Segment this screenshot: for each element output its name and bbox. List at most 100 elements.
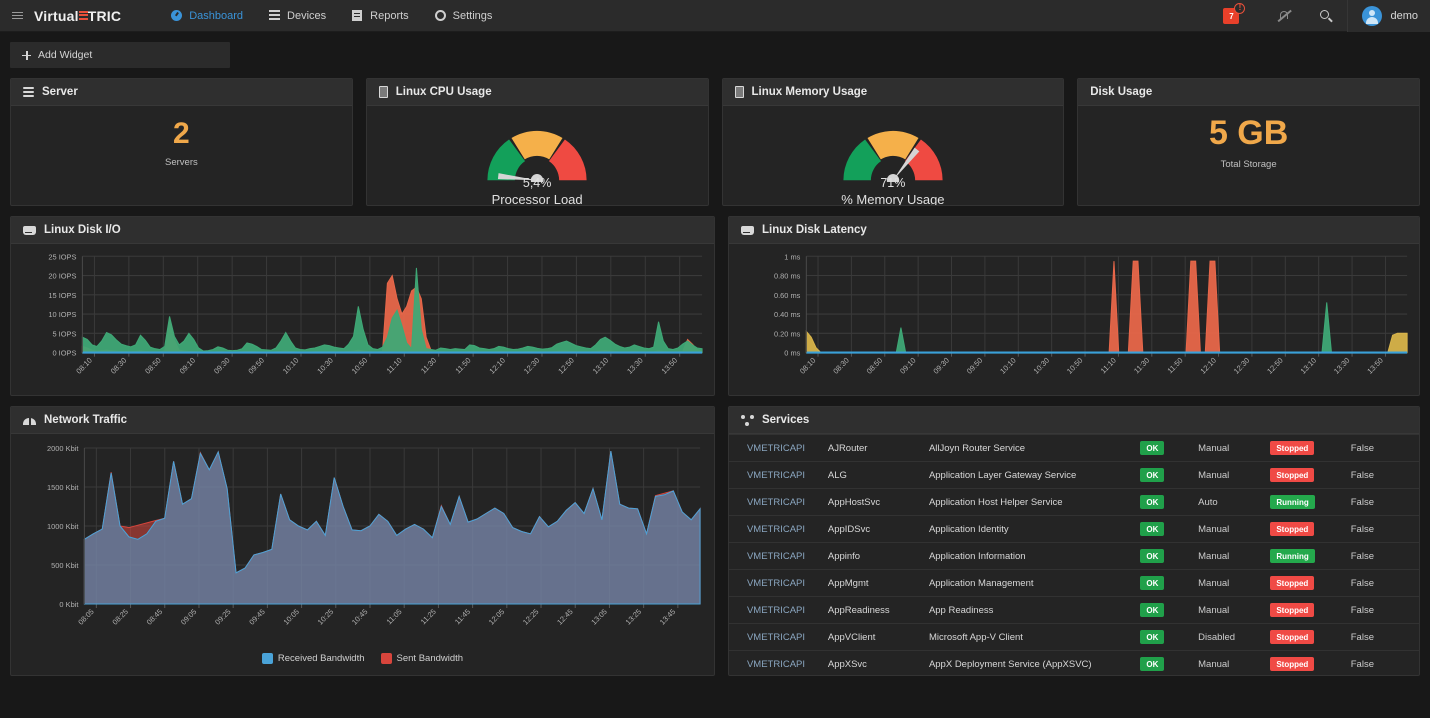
brand-logo[interactable]: VirtualTRIC xyxy=(34,8,121,24)
svg-text:13:10: 13:10 xyxy=(1299,356,1318,376)
widget-cpu-header: Linux CPU Usage xyxy=(367,79,708,106)
svg-text:0 Kbit: 0 Kbit xyxy=(59,600,79,609)
cell-state: Stopped xyxy=(1266,570,1346,597)
svg-text:0 IOPS: 0 IOPS xyxy=(52,349,76,358)
widget-services: Services VMETRICAPIAJRouterAllJoyn Route… xyxy=(728,406,1420,676)
dashboard-icon xyxy=(171,10,183,22)
svg-text:0.40 ms: 0.40 ms xyxy=(774,310,801,319)
nav-item-settings[interactable]: Settings xyxy=(435,10,493,22)
brand-text-left: Virtual xyxy=(34,8,79,24)
svg-text:09:30: 09:30 xyxy=(212,356,231,376)
widget-row-kpi: Server 2 Servers Linux CPU Usage xyxy=(0,78,1430,206)
table-row[interactable]: VMETRICAPIAppHostSvcApplication Host Hel… xyxy=(729,489,1419,516)
widget-disk-title: Disk Usage xyxy=(1090,86,1152,98)
nav-label-devices: Devices xyxy=(287,10,326,22)
cell-status: OK xyxy=(1136,597,1194,624)
svg-text:11:10: 11:10 xyxy=(385,356,404,376)
nav-label-dashboard: Dashboard xyxy=(189,10,243,22)
cell-start-type: Manual xyxy=(1194,543,1266,570)
cell-delayed-start: False xyxy=(1347,516,1419,543)
nav-item-reports[interactable]: Reports xyxy=(352,10,409,22)
cpu-gauge-label: Processor Load xyxy=(492,192,583,206)
legend-item-sent[interactable]: Sent Bandwidth xyxy=(381,653,464,664)
user-menu[interactable]: demo xyxy=(1347,0,1430,32)
plus-icon xyxy=(22,51,31,60)
top-navbar: VirtualTRIC Dashboard Devices Reports Se… xyxy=(0,0,1430,32)
cell-host: VMETRICAPI xyxy=(729,435,824,462)
server-count-label: Servers xyxy=(165,157,198,168)
svg-text:10:45: 10:45 xyxy=(350,607,369,627)
brand-equals-icon xyxy=(79,11,88,22)
table-row[interactable]: VMETRICAPIAppMgmtApplication ManagementO… xyxy=(729,570,1419,597)
disk-io-chart[interactable]: 0 IOPS5 IOPS10 IOPS15 IOPS20 IOPS25 IOPS… xyxy=(11,244,714,396)
widget-memory-header: Linux Memory Usage xyxy=(723,79,1064,106)
cell-status: OK xyxy=(1136,489,1194,516)
widget-disk-io-body: 0 IOPS5 IOPS10 IOPS15 IOPS20 IOPS25 IOPS… xyxy=(11,244,714,396)
svg-text:12:50: 12:50 xyxy=(1265,356,1284,376)
memory-gauge-value: 71% xyxy=(841,176,944,190)
cell-state: Stopped xyxy=(1266,651,1346,677)
table-row[interactable]: VMETRICAPIALGApplication Layer Gateway S… xyxy=(729,462,1419,489)
search-button[interactable] xyxy=(1305,0,1347,32)
table-row[interactable]: VMETRICAPIAppXSvcAppX Deployment Service… xyxy=(729,651,1419,677)
cell-delayed-start: False xyxy=(1347,462,1419,489)
cell-service-name: AppHostSvc xyxy=(824,489,925,516)
cell-start-type: Manual xyxy=(1194,570,1266,597)
cell-start-type: Manual xyxy=(1194,651,1266,677)
svg-text:12:30: 12:30 xyxy=(522,356,541,376)
cell-state: Running xyxy=(1266,543,1346,570)
cpu-chip-icon xyxy=(379,86,388,98)
cell-status: OK xyxy=(1136,570,1194,597)
cell-description: Microsoft App-V Client xyxy=(925,624,1136,651)
svg-text:08:45: 08:45 xyxy=(145,607,164,627)
cell-host: VMETRICAPI xyxy=(729,624,824,651)
svg-text:13:25: 13:25 xyxy=(624,607,643,627)
cell-description: AllJoyn Router Service xyxy=(925,435,1136,462)
svg-text:11:25: 11:25 xyxy=(419,607,438,626)
svg-text:08:25: 08:25 xyxy=(111,607,130,627)
nav-item-devices[interactable]: Devices xyxy=(269,10,326,22)
alert-badge[interactable]: 7 ! xyxy=(1223,8,1239,24)
add-widget-button[interactable]: Add Widget xyxy=(10,42,230,68)
widget-server-title: Server xyxy=(42,86,78,98)
cell-service-name: ALG xyxy=(824,462,925,489)
disk-usage-label: Total Storage xyxy=(1221,159,1277,170)
svg-text:10 IOPS: 10 IOPS xyxy=(48,310,76,319)
svg-text:12:05: 12:05 xyxy=(487,607,506,627)
harddrive-icon xyxy=(741,226,754,235)
disk-latency-chart[interactable]: 0 ms0.20 ms0.40 ms0.60 ms0.80 ms1 ms08:1… xyxy=(729,244,1419,396)
svg-text:0.60 ms: 0.60 ms xyxy=(774,291,801,300)
cell-service-name: AppReadiness xyxy=(824,597,925,624)
widget-disk-io-header: Linux Disk I/O xyxy=(11,217,714,244)
table-row[interactable]: VMETRICAPIAppReadinessApp ReadinessOKMan… xyxy=(729,597,1419,624)
table-row[interactable]: VMETRICAPIAJRouterAllJoyn Router Service… xyxy=(729,435,1419,462)
legend-item-received[interactable]: Received Bandwidth xyxy=(262,653,365,664)
table-row[interactable]: VMETRICAPIAppVClientMicrosoft App-V Clie… xyxy=(729,624,1419,651)
svg-text:08:50: 08:50 xyxy=(865,356,884,376)
state-badge: Stopped xyxy=(1270,468,1314,482)
navbar-right: 7 ! demo xyxy=(1223,0,1430,32)
svg-text:12:25: 12:25 xyxy=(521,607,540,627)
table-row[interactable]: VMETRICAPIAppinfoApplication Information… xyxy=(729,543,1419,570)
memory-chip-icon xyxy=(735,86,744,98)
widget-disk-latency-header: Linux Disk Latency xyxy=(729,217,1419,244)
state-badge: Stopped xyxy=(1270,441,1314,455)
nav-item-dashboard[interactable]: Dashboard xyxy=(171,10,243,22)
status-badge: OK xyxy=(1140,441,1164,455)
network-traffic-chart[interactable]: 0 Kbit500 Kbit1000 Kbit1500 Kbit2000 Kbi… xyxy=(11,434,714,652)
cell-service-name: AppVClient xyxy=(824,624,925,651)
cell-description: AppX Deployment Service (AppXSVC) xyxy=(925,651,1136,677)
cell-service-name: AppXSvc xyxy=(824,651,925,677)
table-row[interactable]: VMETRICAPIAppIDSvcApplication IdentityOK… xyxy=(729,516,1419,543)
svg-text:09:25: 09:25 xyxy=(213,607,232,627)
cell-start-type: Manual xyxy=(1194,462,1266,489)
cell-host: VMETRICAPI xyxy=(729,489,824,516)
svg-text:09:50: 09:50 xyxy=(247,356,266,376)
devices-icon xyxy=(269,10,281,22)
avatar xyxy=(1362,6,1382,26)
svg-text:10:25: 10:25 xyxy=(316,607,335,627)
widget-row-bottom: Network Traffic 0 Kbit500 Kbit1000 Kbit1… xyxy=(0,406,1430,676)
menu-toggle-button[interactable] xyxy=(0,12,34,19)
notifications-button[interactable] xyxy=(1263,0,1305,32)
cell-host: VMETRICAPI xyxy=(729,516,824,543)
